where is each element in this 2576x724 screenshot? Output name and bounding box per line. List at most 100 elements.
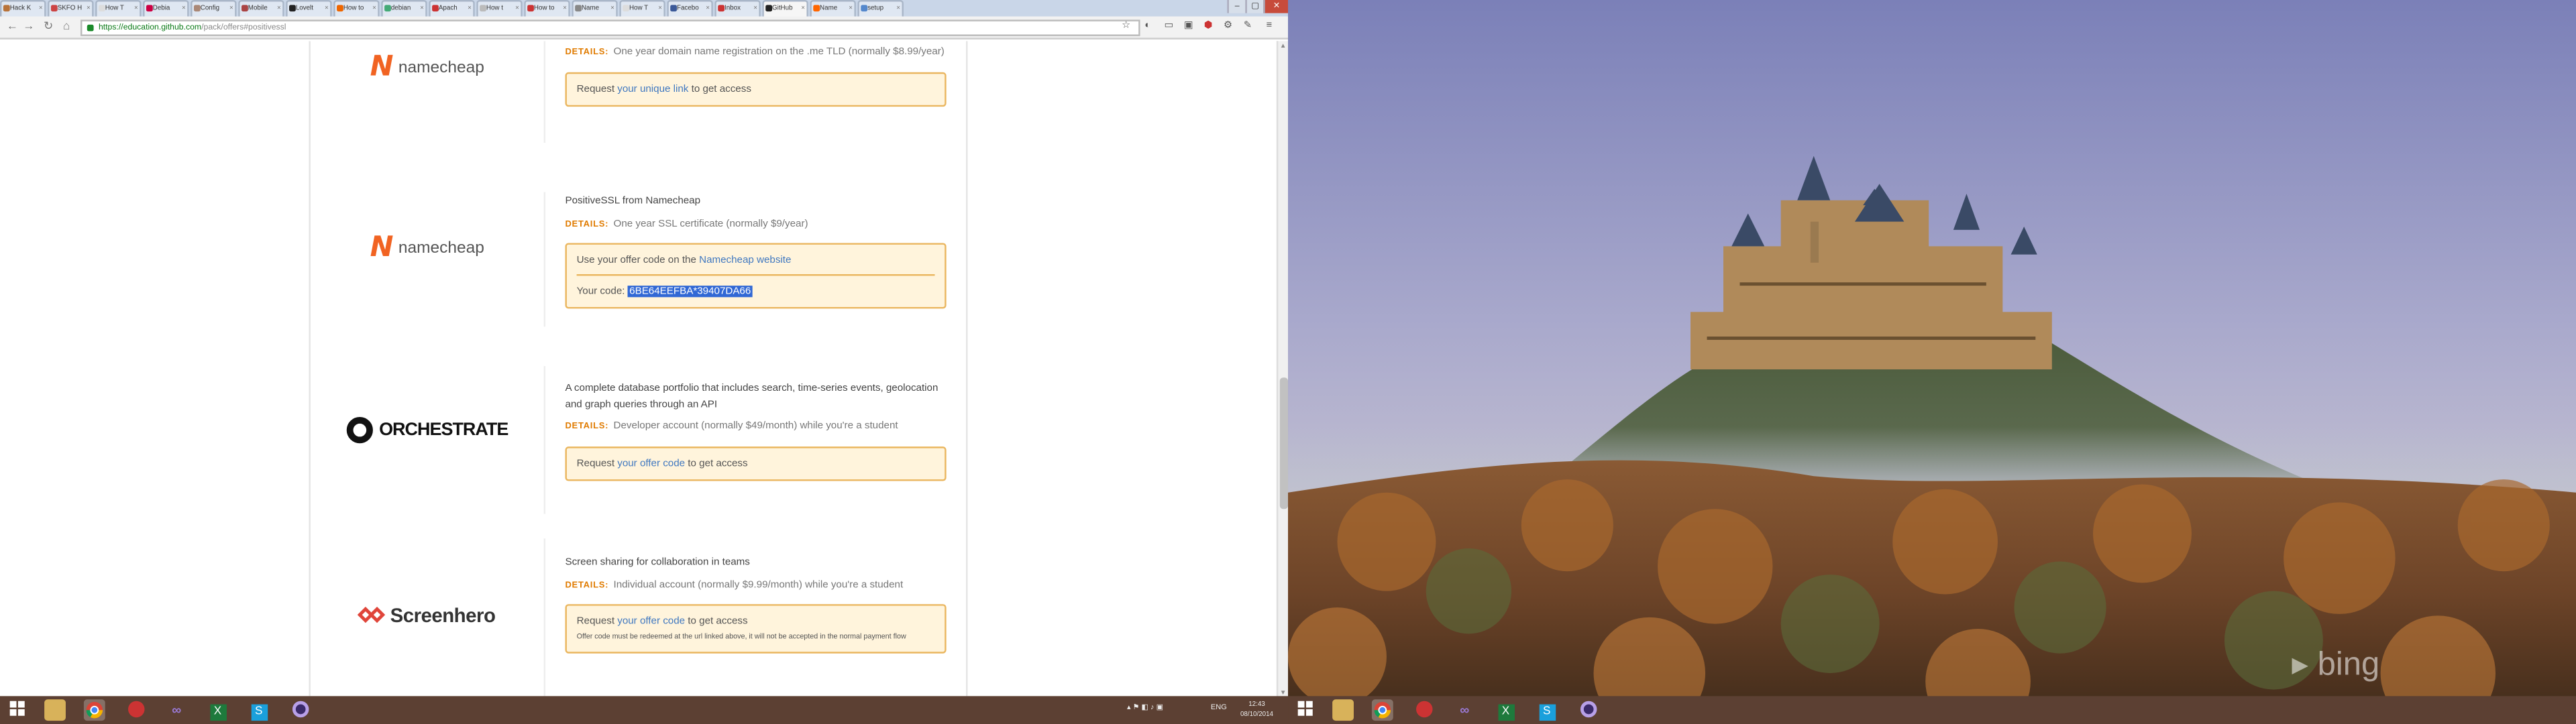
tab-close-icon[interactable]: × <box>515 1 519 15</box>
tab-close-icon[interactable]: × <box>801 1 805 15</box>
tab-close-icon[interactable]: × <box>658 1 662 15</box>
file-explorer-icon[interactable] <box>1332 699 1354 721</box>
browser-tab[interactable]: Hack K × <box>0 0 46 17</box>
app-icon[interactable] <box>289 699 311 721</box>
tab-close-icon[interactable]: × <box>372 1 376 15</box>
tab-close-icon[interactable]: × <box>229 1 233 15</box>
tab-favicon-icon <box>527 5 534 12</box>
offer-details: DETAILS: Individual account (normally $9.… <box>565 577 946 595</box>
start-button[interactable] <box>7 699 28 721</box>
tab-close-icon[interactable]: × <box>325 1 329 15</box>
back-icon[interactable]: ← <box>5 19 19 34</box>
reload-icon[interactable]: ↻ <box>41 19 56 34</box>
app-icon[interactable] <box>1577 699 1599 721</box>
tab-favicon-icon <box>861 5 868 12</box>
extension-icon[interactable]: ▣ <box>1181 19 1196 34</box>
chrome-icon[interactable] <box>83 699 105 721</box>
tab-close-icon[interactable]: × <box>134 1 138 15</box>
url-path: /pack/offers#positivessl <box>201 23 286 33</box>
unique-link[interactable]: your unique link <box>617 83 688 95</box>
file-explorer-icon[interactable] <box>44 699 66 721</box>
excel-icon[interactable]: X <box>1495 699 1517 721</box>
tab-close-icon[interactable]: × <box>468 1 472 15</box>
address-bar[interactable]: https://education.github.com/pack/offers… <box>80 19 1140 36</box>
minimize-button[interactable]: – <box>1227 0 1246 13</box>
visual-studio-icon[interactable]: ∞ <box>1454 699 1475 721</box>
browser-tab[interactable]: setup × <box>857 0 904 17</box>
tab-strip: Hack K × SKFO H × How T × Debia × Config × Mobile ×… <box>0 0 1289 17</box>
tab-favicon-icon <box>670 5 677 12</box>
forward-icon[interactable]: → <box>21 19 36 34</box>
tray-icons[interactable]: ▴ ⚑ ◧ ♪ ▣ <box>1127 703 1163 713</box>
tab-close-icon[interactable]: × <box>896 1 900 15</box>
excel-icon[interactable]: X <box>207 699 229 721</box>
visual-studio-icon[interactable]: ∞ <box>166 699 187 721</box>
offer-content: A complete database portfolio that inclu… <box>565 381 947 481</box>
extension-icon[interactable]: ◐ <box>1140 19 1155 34</box>
orchestrate-logo: ORCHESTRATE <box>346 417 508 444</box>
offer-code-link[interactable]: your offer code <box>617 457 685 469</box>
clock-time: 12:43 <box>1248 699 1265 708</box>
extension-icon[interactable]: ▭ <box>1161 19 1176 34</box>
browser-tab[interactable]: Config × <box>191 0 237 17</box>
browser-tab[interactable]: debian × <box>381 0 427 17</box>
tab-label: Mobile <box>248 3 268 12</box>
offer-code[interactable]: 6BE64EEFBA*39407DA66 <box>627 286 753 298</box>
notice-text: to get access <box>685 457 748 469</box>
details-text: Developer account (normally $49/month) w… <box>613 420 898 432</box>
browser-tab[interactable]: Debia × <box>143 0 189 17</box>
browser-tab[interactable]: How t × <box>476 0 523 17</box>
scrollbar-thumb[interactable] <box>1279 377 1289 509</box>
tab-close-icon[interactable]: × <box>87 1 91 15</box>
start-button[interactable] <box>1295 699 1316 721</box>
opera-icon[interactable] <box>1413 699 1434 721</box>
logo-text: Screenhero <box>390 604 496 627</box>
tab-close-icon[interactable]: × <box>610 1 614 15</box>
extension-icon[interactable]: ⚙ <box>1221 19 1236 34</box>
windows-logo-icon <box>9 701 25 716</box>
tab-close-icon[interactable]: × <box>277 1 281 15</box>
tab-close-icon[interactable]: × <box>39 1 43 15</box>
browser-tab[interactable]: GitHub × <box>762 0 808 17</box>
scroll-up-icon[interactable]: ▲ <box>1278 41 1288 49</box>
home-icon[interactable]: ⌂ <box>59 19 74 34</box>
tab-close-icon[interactable]: × <box>849 1 853 15</box>
page-scrollbar[interactable]: ▲ ▼ <box>1276 41 1289 697</box>
clock[interactable]: 12:43 08/10/2014 <box>1234 699 1280 719</box>
chrome-icon[interactable] <box>1371 699 1393 721</box>
adblock-icon[interactable]: ⬢ <box>1201 19 1216 34</box>
bookmark-star-icon[interactable]: ☆ <box>1119 19 1134 34</box>
browser-tab[interactable]: How T × <box>619 0 665 17</box>
tab-close-icon[interactable]: × <box>706 1 710 15</box>
browser-tab[interactable]: SKFO H × <box>48 0 94 17</box>
offer-code-link[interactable]: your offer code <box>617 615 685 627</box>
tab-label: setup <box>867 3 884 12</box>
tab-close-icon[interactable]: × <box>563 1 567 15</box>
tab-close-icon[interactable]: × <box>182 1 186 15</box>
browser-tab[interactable]: Name × <box>810 0 856 17</box>
browser-tab[interactable]: Mobile × <box>238 0 284 17</box>
maximize-button[interactable]: ▢ <box>1245 0 1264 13</box>
browser-tab[interactable]: Lovelt × <box>286 0 332 17</box>
column-divider <box>966 41 968 697</box>
browser-tab[interactable]: How to × <box>333 0 380 17</box>
scroll-down-icon[interactable]: ▼ <box>1278 688 1288 696</box>
skype-icon[interactable]: S <box>1536 699 1558 721</box>
wrench-icon[interactable]: ✎ <box>1240 19 1255 34</box>
tab-close-icon[interactable]: × <box>420 1 424 15</box>
browser-tab[interactable]: Name × <box>572 0 618 17</box>
tab-close-icon[interactable]: × <box>753 1 757 15</box>
browser-tab[interactable]: How T × <box>95 0 142 17</box>
menu-icon[interactable]: ≡ <box>1262 19 1277 34</box>
screenhero-logo: Screenhero <box>358 604 496 627</box>
browser-tab[interactable]: Apach × <box>429 0 475 17</box>
close-button[interactable]: ✕ <box>1263 0 1289 13</box>
browser-tab[interactable]: Inbox × <box>714 0 761 17</box>
tab-label: Inbox <box>724 3 741 12</box>
browser-tab[interactable]: Facebo × <box>667 0 713 17</box>
opera-icon[interactable] <box>125 699 146 721</box>
namecheap-website-link[interactable]: Namecheap website <box>699 255 791 266</box>
skype-icon[interactable]: S <box>248 699 270 721</box>
input-language[interactable]: ENG <box>1211 703 1227 711</box>
browser-tab[interactable]: How to × <box>524 0 570 17</box>
